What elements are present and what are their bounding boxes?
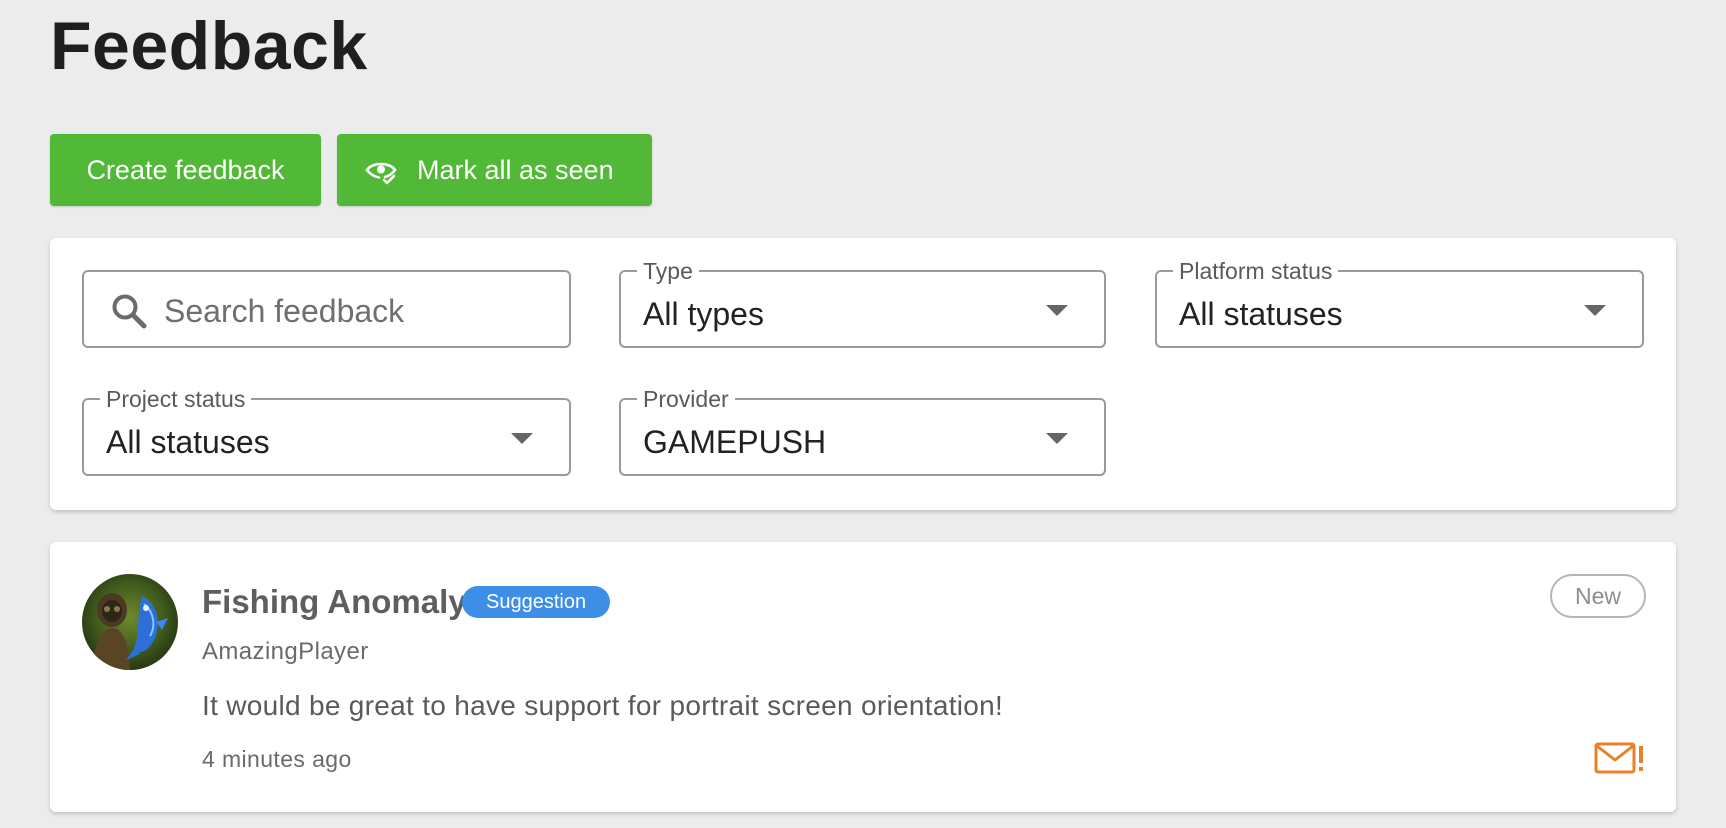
platform-status-value: All statuses	[1179, 296, 1343, 332]
type-select-value: All types	[643, 296, 764, 332]
search-input[interactable]	[162, 286, 546, 336]
provider-value: GAMEPUSH	[643, 424, 827, 460]
filter-panel: Type All types Platform status All statu…	[50, 238, 1676, 510]
mark-all-seen-label: Mark all as seen	[417, 154, 614, 185]
feedback-title[interactable]: Fishing Anomaly	[202, 582, 467, 622]
eye-check-icon	[365, 154, 397, 186]
search-icon	[110, 292, 148, 330]
feedback-item[interactable]: Fishing Anomaly Suggestion New AmazingPl…	[50, 542, 1676, 812]
create-feedback-button[interactable]: Create feedback	[50, 134, 321, 206]
project-status-select[interactable]: Project status All statuses	[82, 386, 571, 476]
feedback-message: It would be great to have support for po…	[202, 690, 1004, 721]
feedback-time: 4 minutes ago	[202, 746, 352, 772]
page-title: Feedback	[50, 8, 368, 84]
type-select[interactable]: Type All types	[619, 258, 1106, 348]
chevron-down-icon	[1584, 305, 1606, 316]
chevron-down-icon	[1046, 305, 1068, 316]
provider-label: Provider	[637, 386, 735, 412]
status-badge: New	[1550, 574, 1646, 618]
provider-select[interactable]: Provider GAMEPUSH	[619, 386, 1106, 476]
project-status-label: Project status	[100, 386, 252, 412]
platform-status-label: Platform status	[1173, 258, 1339, 284]
project-status-value: All statuses	[106, 424, 270, 460]
feedback-author: AmazingPlayer	[202, 638, 369, 665]
mail-alert-icon[interactable]	[1594, 740, 1646, 778]
type-badge: Suggestion	[462, 586, 611, 618]
type-select-label: Type	[637, 258, 699, 284]
mark-all-seen-button[interactable]: Mark all as seen	[337, 134, 652, 206]
create-feedback-label: Create feedback	[86, 154, 285, 185]
search-field[interactable]	[82, 270, 571, 348]
chevron-down-icon	[1046, 433, 1068, 444]
avatar	[82, 574, 178, 670]
chevron-down-icon	[511, 433, 533, 444]
platform-status-select[interactable]: Platform status All statuses	[1155, 258, 1644, 348]
feedback-page: Feedback Create feedback Mark all as see…	[0, 0, 1726, 828]
